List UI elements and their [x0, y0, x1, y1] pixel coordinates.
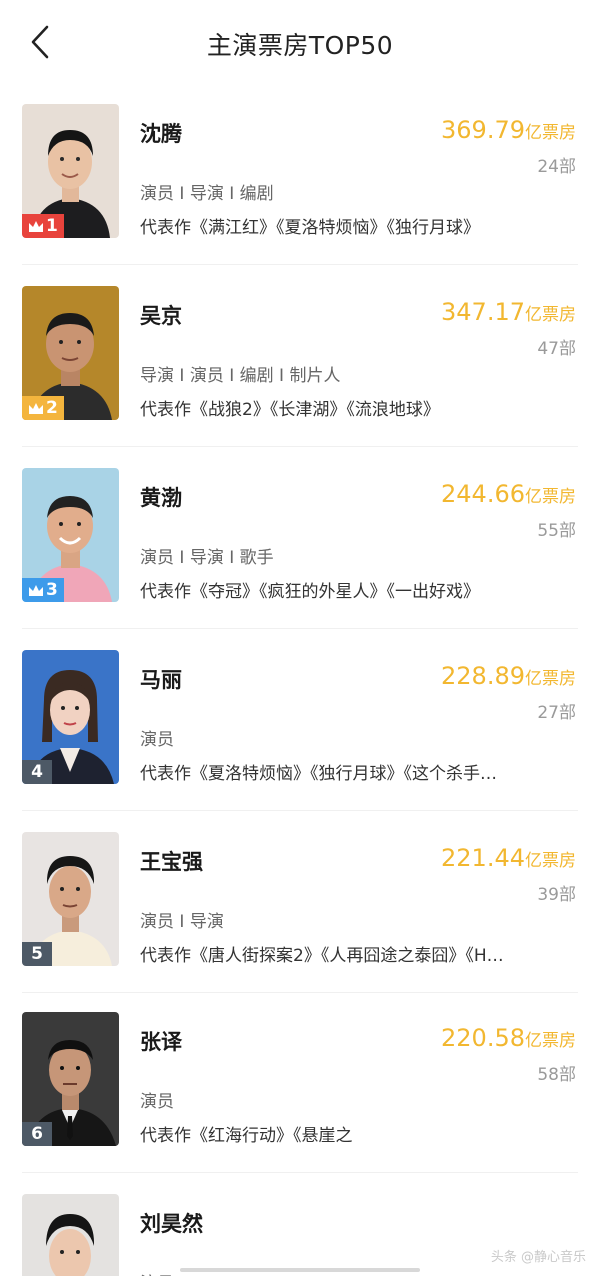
box-office: 221.44亿票房 [441, 844, 576, 872]
rank-badge: 4 [22, 760, 52, 784]
actor-name: 沈腾 [140, 122, 182, 146]
avatar: 4 [22, 650, 119, 784]
ranking-item-3[interactable]: 3 黄渤 244.66亿票房 55部 演员 I 导演 I 歌手 代表作《夺冠》《… [0, 468, 600, 650]
rank-badge: 6 [22, 1122, 52, 1146]
film-count: 55部 [537, 521, 576, 541]
crown-icon [29, 402, 43, 414]
roles: 演员 [140, 1092, 174, 1112]
representative-works: 代表作《夏洛特烦恼》《独行月球》《这个杀手… [140, 764, 497, 784]
roles: 演员 I 导演 I 编剧 [140, 184, 274, 204]
ranking-item-1[interactable]: 1 沈腾 369.79亿票房 24部 演员 I 导演 I 编剧 代表作《满江红》… [0, 104, 600, 286]
divider [22, 446, 578, 447]
avatar: 6 [22, 1012, 119, 1146]
roles: 演员 [140, 1269, 174, 1276]
roles: 导演 I 演员 I 编剧 I 制片人 [140, 366, 341, 386]
box-office: 220.58亿票房 [441, 1024, 576, 1052]
representative-works: 代表作《满江红》《夏洛特烦恼》《独行月球》 [140, 218, 480, 238]
watermark: 头条 @静心音乐 [490, 1250, 586, 1265]
divider [22, 992, 578, 993]
representative-works: 代表作《红海行动》《悬崖之 [140, 1126, 353, 1146]
actor-name: 刘昊然 [140, 1212, 203, 1236]
scroll-indicator [180, 1268, 420, 1272]
ranking-item-2[interactable]: 2 吴京 347.17亿票房 47部 导演 I 演员 I 编剧 I 制片人 代表… [0, 286, 600, 468]
film-count: 27部 [537, 703, 576, 723]
rank-badge: 2 [22, 396, 64, 420]
ranking-item-5[interactable]: 5 王宝强 221.44亿票房 39部 演员 I 导演 代表作《唐人街探案2》《… [0, 832, 600, 1014]
box-office: 369.79亿票房 [441, 116, 576, 144]
crown-icon [29, 220, 43, 232]
rank-badge: 1 [22, 214, 64, 238]
avatar: 1 [22, 104, 119, 238]
roles: 演员 I 导演 [140, 912, 224, 932]
representative-works: 代表作《战狼2》《长津湖》《流浪地球》 [140, 400, 440, 420]
ranking-item-6[interactable]: 6 张译 220.58亿票房 58部 演员 代表作《红海行动》《悬崖之 [0, 1012, 600, 1194]
film-count: 47部 [537, 339, 576, 359]
crown-icon [29, 584, 43, 596]
actor-name: 王宝强 [140, 850, 203, 874]
header: 主演票房TOP50 [0, 0, 600, 84]
actor-name: 黄渤 [140, 486, 182, 510]
representative-works: 代表作《唐人街探案2》《人再囧途之泰囧》《H… [140, 946, 504, 966]
avatar: 5 [22, 832, 119, 966]
actor-name: 马丽 [140, 668, 182, 692]
film-count: 58部 [537, 1065, 576, 1085]
box-office: 244.66亿票房 [441, 480, 576, 508]
roles: 演员 [140, 730, 174, 750]
roles: 演员 I 导演 I 歌手 [140, 548, 274, 568]
box-office: 347.17亿票房 [441, 298, 576, 326]
actor-name: 张译 [140, 1030, 182, 1054]
film-count: 39部 [537, 885, 576, 905]
avatar [22, 1194, 119, 1276]
ranking-item-4[interactable]: 4 马丽 228.89亿票房 27部 演员 代表作《夏洛特烦恼》《独行月球》《这… [0, 650, 600, 832]
film-count: 24部 [537, 157, 576, 177]
rank-badge: 5 [22, 942, 52, 966]
avatar: 2 [22, 286, 119, 420]
actor-name: 吴京 [140, 304, 182, 328]
avatar: 3 [22, 468, 119, 602]
divider [22, 628, 578, 629]
representative-works: 代表作《夺冠》《疯狂的外星人》《一出好戏》 [140, 582, 480, 602]
divider [22, 264, 578, 265]
divider [22, 1172, 578, 1173]
rank-badge: 3 [22, 578, 64, 602]
box-office: 228.89亿票房 [441, 662, 576, 690]
page-title: 主演票房TOP50 [206, 31, 394, 60]
divider [22, 810, 578, 811]
